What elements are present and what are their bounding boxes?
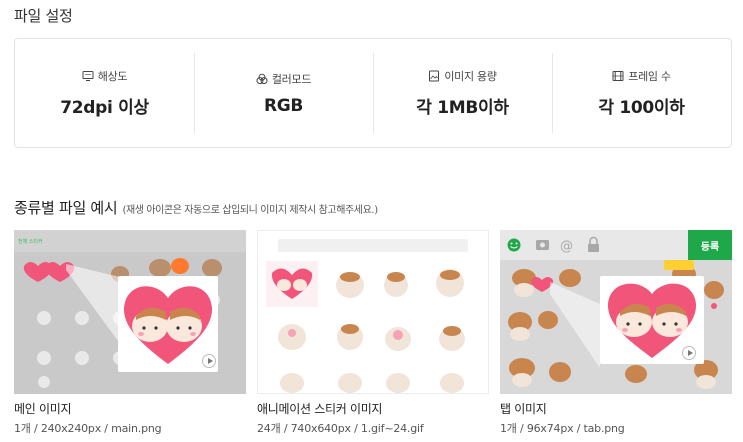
main-image-preview: 전체 스티커	[14, 230, 246, 394]
spec-value: RGB	[263, 95, 304, 116]
card-title: 애니메이션 스티커 이미지	[257, 402, 383, 416]
camera-icon	[536, 240, 549, 250]
spec-value: 각 100이하	[598, 98, 685, 118]
examples-heading: 종류별 파일 예시 (재생 아이콘은 자동으로 삽입되니 이미지 제작시 참고해…	[14, 197, 378, 218]
file-spec-panel: 해상도 72dpi 이상 컬러모드 RGB 이미지 용량 각 1MB이하 프레임…	[14, 38, 732, 148]
example-card-tab[interactable]: @ 등록 탭 이미지 1개 / 96x74px / tab.png	[500, 230, 732, 436]
film-frame-icon	[612, 71, 624, 81]
spec-label: 프레임 수	[628, 70, 671, 83]
spec-label: 해상도	[97, 70, 128, 83]
tab-image-preview: @ 등록	[500, 230, 732, 394]
monitor-icon	[82, 71, 94, 81]
card-meta: 1개 / 240x240px / main.png	[14, 422, 162, 435]
example-card-main[interactable]: 전체 스티커 메인 이미지 1개 / 240x240px / main.png	[14, 230, 246, 436]
card-title: 메인 이미지	[14, 402, 72, 416]
register-button[interactable]: 등록	[688, 230, 732, 260]
spec-image-size: 이미지 용량 각 1MB이하	[373, 53, 552, 133]
examples-note: (재생 아이콘은 자동으로 삽입되니 이미지 제작시 참고해주세요.)	[122, 205, 378, 216]
spec-label: 이미지 용량	[444, 70, 497, 83]
lock-icon	[588, 236, 599, 252]
animation-sticker-preview	[257, 230, 489, 394]
card-title: 탭 이미지	[500, 402, 547, 416]
file-settings-title: 파일 설정	[14, 7, 73, 25]
image-file-icon	[429, 70, 440, 82]
spec-label: 컬러모드	[271, 72, 312, 86]
spec-resolution: 해상도 72dpi 이상	[15, 53, 194, 133]
play-icon	[682, 346, 696, 360]
spec-value: 각 1MB이하	[416, 98, 509, 118]
animation-sticker-grid-illustration	[266, 261, 465, 393]
svg-text:@: @	[560, 239, 573, 254]
spec-frame-count: 프레임 수 각 100이하	[552, 53, 731, 133]
card-meta: 1개 / 96x74px / tab.png	[500, 422, 625, 435]
emoji-icon	[507, 238, 521, 252]
spec-value: 72dpi 이상	[60, 98, 149, 118]
play-icon	[202, 354, 216, 368]
spec-color-mode: 컬러모드 RGB	[194, 53, 373, 133]
at-sign-icon: @	[560, 239, 573, 254]
examples-title: 종류별 파일 예시	[14, 199, 118, 217]
color-mode-icon	[256, 73, 268, 84]
card-meta: 24개 / 740x640px / 1.gif~24.gif	[257, 422, 424, 435]
example-card-animation[interactable]: 애니메이션 스티커 이미지 24개 / 740x640px / 1.gif~24…	[257, 230, 489, 436]
